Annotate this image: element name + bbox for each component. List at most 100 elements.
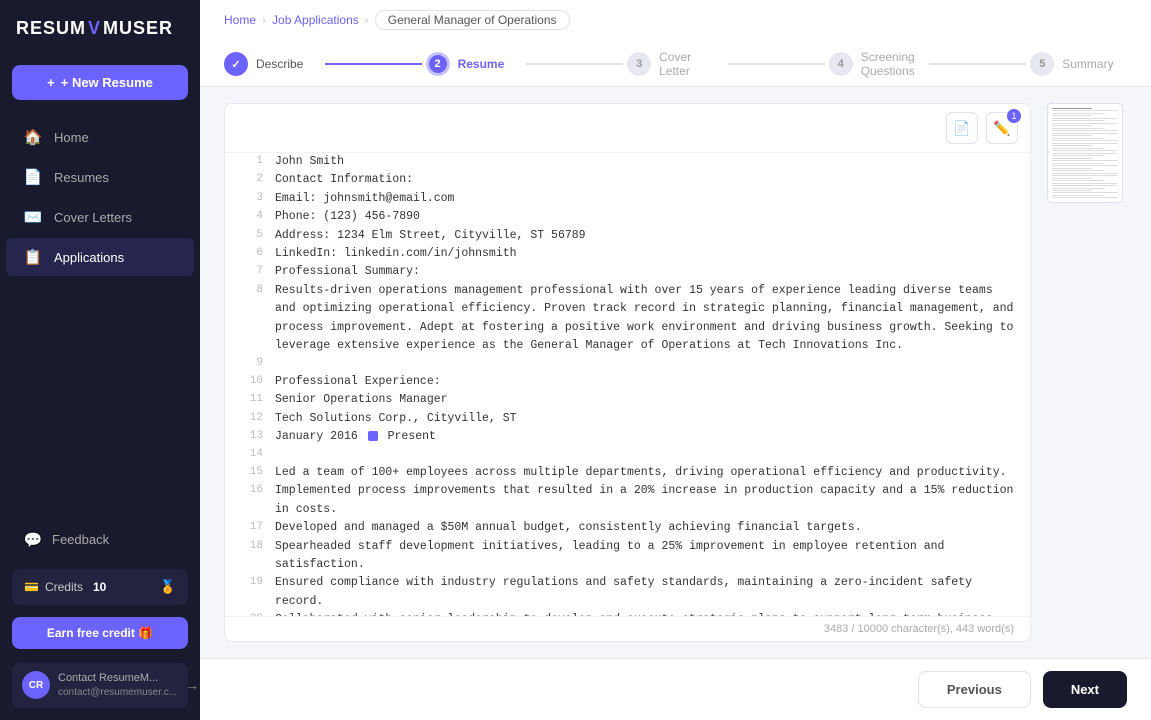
credits-label: Credits xyxy=(45,580,83,594)
step-screening[interactable]: 4Screening Questions xyxy=(829,42,926,86)
char-count: 3483 / 10000 character(s), 443 word(s) xyxy=(225,616,1030,641)
step-line-1 xyxy=(526,63,623,65)
line-text: Contact Information: xyxy=(275,171,1014,189)
line-text: Professional Experience: xyxy=(275,373,1014,391)
new-resume-label: + New Resume xyxy=(61,75,153,90)
line-number: 10 xyxy=(241,373,263,391)
line-text: Developed and managed a $50M annual budg… xyxy=(275,519,1014,537)
line-number: 2 xyxy=(241,171,263,189)
resume-thumbnail xyxy=(1047,103,1123,203)
resume-line: 1John Smith xyxy=(241,153,1014,171)
line-text: LinkedIn: linkedin.com/in/johnsmith xyxy=(275,245,1014,263)
contact-avatar: CR xyxy=(22,671,50,699)
line-text: Professional Summary: xyxy=(275,263,1014,281)
resume-editor[interactable]: 1John Smith2 Contact Information: 3 Email: … xyxy=(225,153,1030,616)
credits-icon: 💳 xyxy=(24,580,39,594)
sidebar-item-home[interactable]: 🏠Home xyxy=(6,118,194,156)
line-number: 6 xyxy=(241,245,263,263)
line-number: 17 xyxy=(241,519,263,537)
earn-credit-button[interactable]: Earn free credit 🎁 xyxy=(12,617,188,649)
resume-line: 19 Ensured compliance with industry regul… xyxy=(241,574,1014,611)
breadcrumb: Home › Job Applications › General Manage… xyxy=(224,10,1127,30)
line-text: Results-driven operations management pro… xyxy=(275,282,1014,356)
step-resume[interactable]: 2Resume xyxy=(426,44,523,84)
line-number: 7 xyxy=(241,263,263,281)
resume-line: 16Implemented process improvements that … xyxy=(241,482,1014,519)
footer: Previous Next xyxy=(200,658,1151,720)
line-number: 18 xyxy=(241,538,263,575)
edit-button[interactable]: ✏️ 1 xyxy=(986,112,1018,144)
line-text: Ensured compliance with industry regulat… xyxy=(275,574,1014,611)
step-circle-resume: 2 xyxy=(426,52,450,76)
line-number: 15 xyxy=(241,464,263,482)
line-text: Senior Operations Manager xyxy=(275,391,1014,409)
breadcrumb-home[interactable]: Home xyxy=(224,13,256,27)
line-text: Email: johnsmith@email.com xyxy=(275,190,1014,208)
step-circle-summary: 5 xyxy=(1030,52,1054,76)
sidebar-item-applications[interactable]: 📋Applications xyxy=(6,238,194,276)
line-text: Led a team of 100+ employees across mult… xyxy=(275,464,1014,482)
line-number: 3 xyxy=(241,190,263,208)
previous-button[interactable]: Previous xyxy=(918,671,1031,708)
resume-line: 3 Email: johnsmith@email.com xyxy=(241,190,1014,208)
edit-badge: 1 xyxy=(1007,109,1021,123)
sidebar: RESUMVMUSER + + New Resume 🏠Home📄Resumes… xyxy=(0,0,200,720)
line-text: Tech Solutions Corp., Cityville, ST xyxy=(275,410,1014,428)
resume-line: 17 Developed and managed a $50M annual bu… xyxy=(241,519,1014,537)
credits-count: 10 xyxy=(93,580,106,594)
resume-editor-area: 📄 ✏️ 1 1John Smith2Contact Information:3… xyxy=(224,103,1031,642)
sidebar-label-home: Home xyxy=(54,130,89,145)
sidebar-item-resumes[interactable]: 📄Resumes xyxy=(6,158,194,196)
line-text: Address: 1234 Elm Street, Cityville, ST … xyxy=(275,227,1014,245)
step-label-cover-letter: Cover Letter xyxy=(659,50,724,78)
contact-box: CR Contact ResumeM... contact@resumemuse… xyxy=(12,663,188,708)
new-resume-button[interactable]: + + New Resume xyxy=(12,65,188,100)
medal-icon: 🏅 xyxy=(160,579,176,595)
resume-line: 11Senior Operations Manager xyxy=(241,391,1014,409)
line-number: 4 xyxy=(241,208,263,226)
contact-arrow-icon[interactable]: → xyxy=(185,677,199,693)
next-button[interactable]: Next xyxy=(1043,671,1127,708)
logo-rest: MUSER xyxy=(103,18,173,39)
line-text: John Smith xyxy=(275,153,1014,171)
sidebar-label-resumes: Resumes xyxy=(54,170,109,185)
line-text: Spearheaded staff development initiative… xyxy=(275,538,1014,575)
contact-name: Contact ResumeM... xyxy=(58,671,177,686)
step-describe[interactable]: ✓ Describe xyxy=(224,44,321,84)
resume-line: 18 Spearheaded staff development initiati… xyxy=(241,538,1014,575)
step-cover-letter[interactable]: 3Cover Letter xyxy=(627,42,724,86)
document-icon: 📄 xyxy=(953,120,970,137)
logo-v: V xyxy=(88,18,101,39)
document-button[interactable]: 📄 xyxy=(946,112,978,144)
resume-toolbar: 📄 ✏️ 1 xyxy=(225,104,1030,153)
feedback-item[interactable]: 💬 Feedback xyxy=(6,521,194,559)
cover-letters-icon: ✉️ xyxy=(24,208,42,226)
resume-line: 4Phone: (123) 456-7890 xyxy=(241,208,1014,226)
resume-line: 9 xyxy=(241,355,1014,373)
step-summary[interactable]: 5 Summary xyxy=(1030,44,1127,84)
main-content: Home › Job Applications › General Manage… xyxy=(200,0,1151,720)
line-number: 16 xyxy=(241,482,263,519)
resume-line: 13January 2016 Present xyxy=(241,428,1014,446)
credits-left: 💳 Credits 10 xyxy=(24,580,106,594)
line-number: 9 xyxy=(241,355,263,373)
breadcrumb-applications[interactable]: Job Applications xyxy=(272,13,359,27)
resume-line: 14 xyxy=(241,446,1014,464)
line-number: 13 xyxy=(241,428,263,446)
resume-line: 15 Led a team of 100+ employees across mu… xyxy=(241,464,1014,482)
step-label-screening: Screening Questions xyxy=(861,50,926,78)
thumbnail-area xyxy=(1047,103,1127,642)
step-label-summary: Summary xyxy=(1062,57,1113,71)
resume-line: 5Address: 1234 Elm Street, Cityville, ST… xyxy=(241,227,1014,245)
logo-text: RESUM xyxy=(16,18,86,39)
step-circle-describe: ✓ xyxy=(224,52,248,76)
sidebar-item-cover-letters[interactable]: ✉️Cover Letters xyxy=(6,198,194,236)
step-label-describe: Describe xyxy=(256,57,303,71)
sidebar-label-applications: Applications xyxy=(54,250,124,265)
credits-box: 💳 Credits 10 🏅 xyxy=(12,569,188,605)
resume-line: 12Tech Solutions Corp., Cityville, ST xyxy=(241,410,1014,428)
edit-icon: ✏️ xyxy=(993,120,1010,137)
resume-line: 7 Professional Summary: xyxy=(241,263,1014,281)
line-number: 19 xyxy=(241,574,263,611)
feedback-label: Feedback xyxy=(52,532,109,547)
